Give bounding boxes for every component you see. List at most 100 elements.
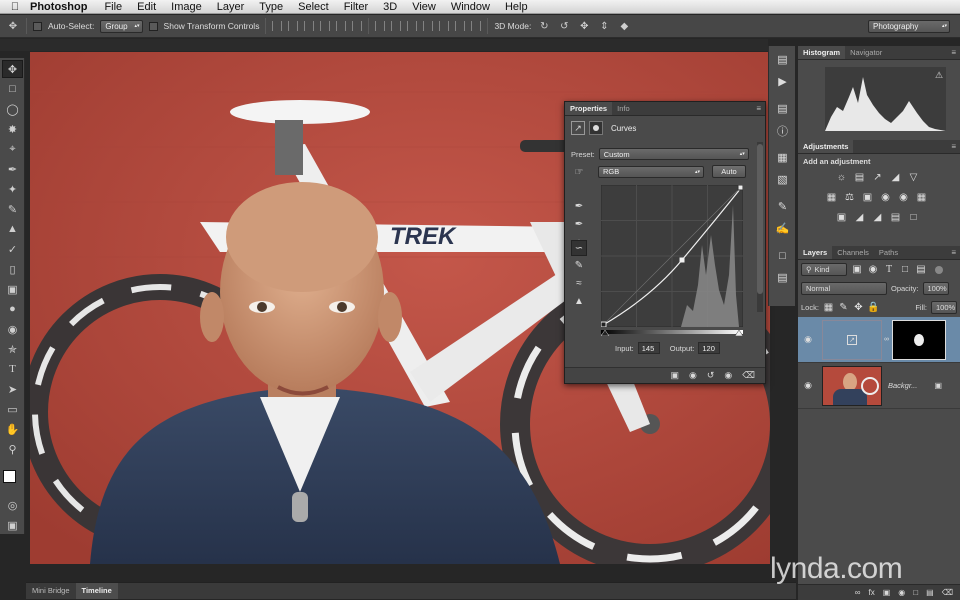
blur-tool-icon[interactable]: ● bbox=[2, 300, 23, 318]
clip-to-layer-icon[interactable]: ▣ bbox=[670, 370, 679, 381]
quick-select-tool-icon[interactable]: ✸ bbox=[2, 120, 23, 138]
vibrance-icon[interactable]: ▽ bbox=[906, 170, 921, 185]
lock-position-icon[interactable]: ✥ bbox=[853, 300, 864, 315]
hand-tool-icon[interactable]: ✋ bbox=[2, 420, 23, 438]
screen-mode-icon[interactable]: ▣ bbox=[2, 516, 23, 534]
gradient-tool-icon[interactable]: ▣ bbox=[2, 280, 23, 298]
foreground-color-swatch[interactable] bbox=[3, 470, 16, 483]
add-mask-icon[interactable]: ▣ bbox=[883, 588, 891, 597]
on-image-adjust-icon[interactable]: ☞ bbox=[571, 164, 587, 180]
swatches-panel-icon[interactable]: ▦ bbox=[773, 149, 792, 166]
menu-window[interactable]: Window bbox=[451, 1, 490, 13]
pen-tool-icon[interactable]: ✯ bbox=[2, 340, 23, 358]
tab-mini-bridge[interactable]: Mini Bridge bbox=[26, 583, 76, 599]
align-right-icon[interactable] bbox=[352, 21, 363, 31]
panel-menu-icon[interactable]: ≡ bbox=[951, 48, 956, 57]
hue-saturation-icon[interactable]: ▦ bbox=[824, 190, 839, 205]
paragraph-panel-icon[interactable]: ▤ bbox=[773, 269, 792, 286]
auto-select-checkbox[interactable] bbox=[33, 21, 42, 31]
properties-scrollbar[interactable] bbox=[757, 142, 763, 312]
channel-dropdown[interactable]: RGB ▴▾ bbox=[598, 165, 704, 178]
mask-icon[interactable] bbox=[589, 121, 603, 135]
tab-properties[interactable]: Properties bbox=[565, 102, 613, 115]
align-hcenter-icon[interactable] bbox=[336, 21, 347, 31]
toggle-visibility-icon[interactable]: ◉ bbox=[724, 370, 732, 381]
show-transform-checkbox[interactable] bbox=[148, 21, 158, 31]
output-field[interactable]: 120 bbox=[698, 342, 721, 354]
new-adjustment-icon[interactable]: ◉ bbox=[898, 588, 905, 597]
healing-brush-tool-icon[interactable]: ✦ bbox=[2, 180, 23, 198]
auto-align-icon[interactable] bbox=[471, 21, 482, 31]
menu-help[interactable]: Help bbox=[505, 1, 528, 13]
clone-stamp-tool-icon[interactable]: ▲ bbox=[2, 220, 23, 238]
brush-presets-icon[interactable]: ✍ bbox=[773, 220, 792, 237]
align-bottom-icon[interactable] bbox=[304, 21, 315, 31]
smooth-curve-icon[interactable]: ≈ bbox=[571, 275, 587, 291]
tab-histogram[interactable]: Histogram bbox=[798, 46, 846, 59]
distribute-bottom-icon[interactable] bbox=[407, 21, 418, 31]
filter-type-icon[interactable]: T bbox=[883, 262, 895, 277]
curves-icon[interactable]: ↗ bbox=[870, 170, 885, 185]
input-field[interactable]: 145 bbox=[637, 342, 660, 354]
lock-pixels-icon[interactable]: ✎ bbox=[838, 300, 849, 315]
3d-scale-icon[interactable]: ◆ bbox=[617, 19, 631, 33]
menu-edit[interactable]: Edit bbox=[137, 1, 156, 13]
align-vcenter-icon[interactable] bbox=[288, 21, 299, 31]
filter-smart-object-icon[interactable]: ▤ bbox=[915, 262, 927, 277]
layer-background[interactable]: ◉ Backgr... ▣ bbox=[798, 363, 960, 409]
distribute-hcenter-icon[interactable] bbox=[439, 21, 450, 31]
app-menu[interactable]: Photoshop bbox=[30, 1, 87, 13]
character-panel-icon[interactable]: □ bbox=[773, 247, 792, 264]
gray-point-eyedropper-icon[interactable]: ✒ bbox=[571, 216, 587, 232]
panel-menu-icon[interactable]: ≡ bbox=[951, 142, 956, 151]
link-layers-icon[interactable]: ∞ bbox=[855, 588, 861, 597]
gradient-map-icon[interactable]: ▤ bbox=[888, 210, 903, 225]
visibility-eye-icon[interactable]: ◉ bbox=[798, 334, 818, 345]
new-layer-icon[interactable]: ▤ bbox=[926, 588, 934, 597]
menu-view[interactable]: View bbox=[412, 1, 436, 13]
preset-dropdown[interactable]: Custom ▴▾ bbox=[598, 148, 749, 160]
opacity-field[interactable]: 100% bbox=[922, 282, 949, 295]
color-lookup-icon[interactable]: ▦ bbox=[914, 190, 929, 205]
workspace-dropdown[interactable]: Photography bbox=[868, 19, 950, 33]
panel-menu-icon[interactable]: ≡ bbox=[756, 104, 761, 113]
eyedropper-tool-icon[interactable]: ✒ bbox=[2, 160, 23, 178]
info-panel-icon[interactable]: ⓘ bbox=[773, 122, 792, 139]
brush-panel-icon[interactable]: ✎ bbox=[773, 198, 792, 215]
apple-menu-icon[interactable]:  bbox=[0, 1, 30, 13]
layer-filter-dropdown[interactable]: ⚲ Kind bbox=[801, 263, 847, 276]
distribute-right-icon[interactable] bbox=[455, 21, 466, 31]
actions-panel-icon[interactable]: ▶ bbox=[773, 73, 792, 90]
filter-adjustment-icon[interactable]: ◉ bbox=[867, 262, 879, 277]
auto-select-target-dropdown[interactable]: Group bbox=[100, 19, 143, 33]
reset-icon[interactable]: ↺ bbox=[707, 370, 715, 381]
align-left-icon[interactable] bbox=[320, 21, 331, 31]
type-tool-icon[interactable]: T bbox=[2, 360, 23, 378]
delete-layer-icon[interactable]: ⌫ bbox=[942, 588, 953, 597]
posterize-icon[interactable]: ◢ bbox=[852, 210, 867, 225]
chain-link-icon[interactable]: ∞ bbox=[884, 336, 890, 343]
lock-all-icon[interactable]: 🔒 bbox=[867, 300, 879, 315]
tab-info[interactable]: Info bbox=[612, 102, 635, 115]
color-balance-icon[interactable]: ⚖ bbox=[842, 190, 857, 205]
move-tool-icon[interactable]: ✥ bbox=[2, 60, 23, 78]
panel-menu-icon[interactable]: ≡ bbox=[951, 248, 956, 257]
shape-tool-icon[interactable]: ▭ bbox=[2, 400, 23, 418]
crop-tool-icon[interactable]: ⌖ bbox=[2, 140, 23, 158]
selective-color-icon[interactable]: □ bbox=[906, 210, 921, 225]
levels-icon[interactable]: ▤ bbox=[852, 170, 867, 185]
layer-mask-thumbnail[interactable] bbox=[892, 319, 946, 360]
view-previous-state-icon[interactable]: ◉ bbox=[689, 370, 697, 381]
properties-panel-icon[interactable]: ▤ bbox=[773, 100, 792, 117]
brightness-contrast-icon[interactable]: ☼ bbox=[834, 170, 849, 185]
menu-filter[interactable]: Filter bbox=[344, 1, 368, 13]
zoom-tool-icon[interactable]: ⚲ bbox=[2, 440, 23, 458]
fill-field[interactable]: 100% bbox=[931, 301, 957, 314]
delete-adjustment-icon[interactable]: ⌫ bbox=[742, 370, 755, 381]
layer-style-icon[interactable]: fx bbox=[869, 588, 875, 597]
tab-adjustments[interactable]: Adjustments bbox=[798, 140, 854, 153]
eraser-tool-icon[interactable]: ▯ bbox=[2, 260, 23, 278]
menu-type[interactable]: Type bbox=[259, 1, 283, 13]
tab-navigator[interactable]: Navigator bbox=[845, 46, 887, 59]
menu-image[interactable]: Image bbox=[171, 1, 202, 13]
